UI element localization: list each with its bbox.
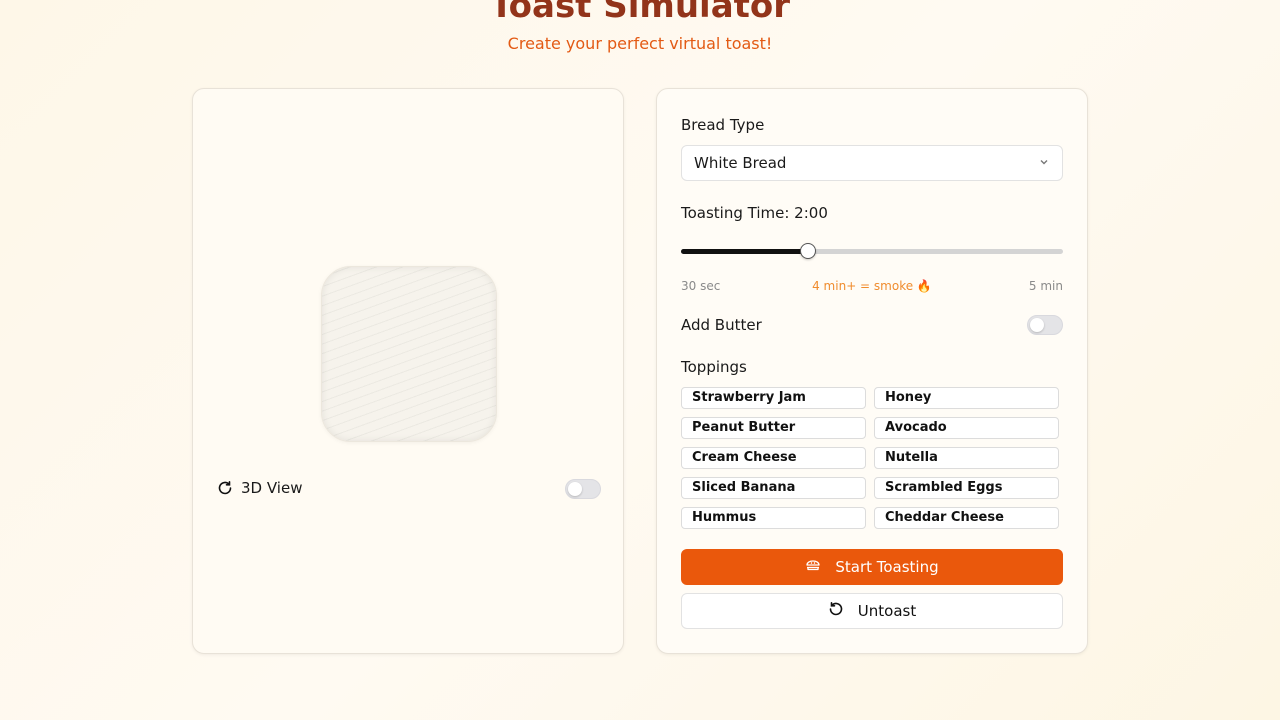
untoast-label: Untoast [857, 602, 917, 620]
topping-option[interactable]: Avocado [874, 417, 1059, 439]
start-toasting-label: Start Toasting [835, 558, 939, 576]
slider-thumb[interactable] [800, 243, 816, 259]
3d-view-toggle[interactable] [565, 479, 601, 499]
view-mode-label: 3D View [241, 479, 303, 497]
bread-type-value: White Bread [694, 154, 787, 172]
topping-option[interactable]: Hummus [681, 507, 866, 529]
topping-option[interactable]: Nutella [874, 447, 1059, 469]
topping-option[interactable]: Cheddar Cheese [874, 507, 1059, 529]
topping-option[interactable]: Sliced Banana [681, 477, 866, 499]
topping-option[interactable]: Peanut Butter [681, 417, 866, 439]
toast-preview-card: 3D View [192, 88, 624, 654]
rotate-icon [217, 480, 233, 496]
view-mode-row: 3D View [217, 479, 601, 501]
toast-slice-image [321, 266, 497, 442]
bread-type-select[interactable]: White Bread [681, 145, 1063, 181]
page-title: Toast Simulator [489, 0, 791, 26]
butter-toggle[interactable] [1027, 315, 1063, 335]
toppings-grid: Strawberry Jam Honey Peanut Butter Avoca… [681, 387, 1063, 529]
chevron-down-icon [1038, 154, 1050, 172]
page-subtitle: Create your perfect virtual toast! [507, 34, 773, 53]
topping-option[interactable]: Strawberry Jam [681, 387, 866, 409]
topping-option[interactable]: Honey [874, 387, 1059, 409]
bread-type-label: Bread Type [681, 116, 765, 134]
toasting-time-slider[interactable] [681, 241, 1063, 261]
untoast-button[interactable]: Untoast [681, 593, 1063, 629]
scale-max-label: 5 min [1028, 279, 1063, 293]
undo-icon [828, 601, 844, 621]
topping-option[interactable]: Scrambled Eggs [874, 477, 1059, 499]
butter-label: Add Butter [681, 316, 762, 334]
smoke-warning-label: 4 min+ = smoke 🔥 [812, 279, 932, 293]
topping-option[interactable]: Cream Cheese [681, 447, 866, 469]
toasting-time-scale: 30 sec 4 min+ = smoke 🔥 5 min [681, 279, 1063, 295]
toppings-label: Toppings [681, 358, 747, 376]
toasting-time-label: Toasting Time: 2:00 [681, 204, 828, 222]
controls-card: Bread Type White Bread Toasting Time: 2:… [656, 88, 1088, 654]
sandwich-icon [805, 557, 821, 577]
start-toasting-button[interactable]: Start Toasting [681, 549, 1063, 585]
